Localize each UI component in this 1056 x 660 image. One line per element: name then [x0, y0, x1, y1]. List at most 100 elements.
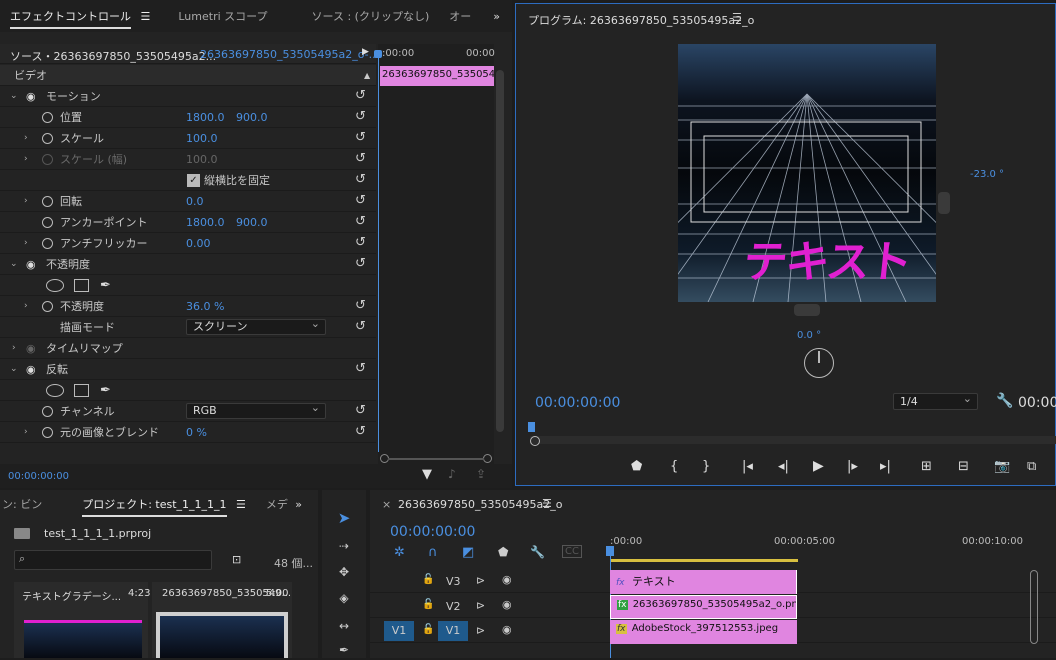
chevron-down-icon[interactable]: ⌄ [184, 46, 193, 59]
more-tabs-icon[interactable]: » [483, 10, 510, 23]
slip-tool-icon[interactable]: ↔ [334, 616, 354, 636]
menu-icon[interactable]: ☰ [732, 11, 742, 24]
chevron-right-icon[interactable]: › [12, 343, 16, 353]
ellipse-mask-icon[interactable] [46, 383, 64, 397]
mini-clip[interactable]: 26363697850_53505495 [380, 66, 494, 86]
rect-mask-icon[interactable] [74, 278, 89, 292]
reset-icon[interactable]: ↺ [355, 257, 369, 271]
thumbnail-item[interactable]: テキストグラデーシ... 4:23 [14, 582, 150, 658]
selection-tool-icon[interactable]: ➤ [334, 508, 354, 528]
effect-timecode[interactable]: 00:00:00:00 [8, 471, 69, 482]
extract-icon[interactable]: ⊟ [958, 459, 969, 474]
reset-icon[interactable]: ↺ [355, 236, 369, 250]
mark-in-icon[interactable]: { [670, 459, 678, 474]
reset-icon[interactable]: ↺ [355, 404, 369, 418]
reset-icon[interactable]: ↺ [355, 131, 369, 145]
close-icon[interactable]: × [382, 498, 391, 511]
tab-lumetri[interactable]: Lumetri スコープ [168, 8, 277, 24]
chevron-right-icon[interactable]: › [24, 301, 28, 311]
track-select-icon[interactable]: ⇢ [334, 536, 354, 556]
chevron-right-icon[interactable]: › [24, 133, 28, 143]
lock-icon[interactable]: 🔓 [422, 599, 434, 610]
snap-icon[interactable]: ✲ [394, 545, 405, 560]
track-name[interactable]: V1 [438, 621, 468, 641]
wrench-icon[interactable]: 🔧 [530, 545, 545, 559]
compare-icon[interactable]: ⧉ [1027, 459, 1036, 474]
stopwatch-icon[interactable] [42, 426, 53, 438]
tab-effect-controls[interactable]: エフェクトコントロール ☰ [0, 8, 160, 29]
angle-right[interactable]: -23.0 ° [970, 169, 1004, 180]
track-name[interactable]: V2 [446, 600, 461, 613]
eye-icon[interactable]: ◉ [26, 363, 36, 376]
reset-icon[interactable]: ↺ [355, 425, 369, 439]
effect-invert[interactable]: ⌄ ◉ 反転 ↺ [0, 359, 376, 380]
reset-icon[interactable]: ↺ [355, 362, 369, 376]
pen-mask-icon[interactable]: ✒ [100, 383, 111, 398]
timeline-vscroll[interactable] [1030, 570, 1038, 644]
ellipse-mask-icon[interactable] [46, 278, 64, 292]
opacity-value[interactable]: 36.0 % [186, 300, 224, 313]
playhead-marker[interactable] [606, 546, 614, 556]
stopwatch-icon[interactable] [42, 405, 53, 417]
sync-icon[interactable]: ⊳ [476, 599, 485, 612]
effect-opacity[interactable]: ⌄ ◉ 不透明度 ↺ [0, 254, 376, 275]
sync-icon[interactable]: ⊳ [476, 624, 485, 637]
stopwatch-icon[interactable] [42, 195, 53, 207]
menu-icon[interactable]: ☰ [236, 498, 246, 511]
stopwatch-icon[interactable] [42, 300, 53, 312]
step-forward-icon[interactable]: |▸ [847, 459, 858, 474]
stopwatch-icon[interactable] [42, 111, 53, 123]
tab-bin[interactable]: ン: ビン [0, 496, 52, 512]
video-frame[interactable]: テキスト [678, 44, 936, 302]
anchor-y-value[interactable]: 900.0 [236, 216, 268, 229]
lock-icon[interactable]: 🔓 [422, 624, 434, 635]
marker-icon[interactable]: ⬟ [631, 459, 642, 474]
new-bin-icon[interactable]: ⊡ [232, 553, 241, 566]
eye-icon[interactable]: ◉ [502, 598, 512, 611]
stopwatch-icon[interactable] [42, 237, 53, 249]
sequence-label[interactable]: 26363697850_53505495a2_o-... [200, 48, 379, 61]
filter-icon[interactable]: ▼ [422, 467, 432, 482]
tab-project[interactable]: プロジェクト: test_1_1_1_1 ☰ [72, 496, 256, 517]
clip[interactable]: fx AdobeStock_397512553.jpeg [610, 620, 797, 644]
pen-tool-icon[interactable]: ✒ [334, 640, 354, 660]
eye-icon[interactable]: ◉ [502, 573, 512, 586]
overlay-text[interactable]: テキスト [741, 226, 914, 290]
effect-motion[interactable]: ⌄ ◉ モーション ↺ [0, 86, 376, 107]
chevron-down-icon[interactable]: ⌄ [10, 91, 18, 101]
razor-icon[interactable]: ◈ [334, 588, 354, 608]
mini-playhead[interactable] [378, 52, 379, 452]
eye-icon[interactable]: ◉ [26, 90, 36, 103]
eye-icon[interactable]: ◉ [502, 623, 512, 636]
linked-icon[interactable]: ◩ [462, 545, 474, 560]
tab-source[interactable]: ソース : (クリップなし) [302, 8, 440, 24]
clip[interactable]: fx 26363697850_53505495a2_o.png [610, 595, 797, 619]
rotation-value[interactable]: 0.0 [186, 195, 204, 208]
program-timecode[interactable]: 00:00:00:00 [535, 395, 620, 411]
rect-mask-icon[interactable] [74, 383, 89, 397]
sync-icon[interactable]: ⊳ [476, 574, 485, 587]
track-name[interactable]: V3 [446, 575, 461, 588]
clip[interactable]: fx テキスト [610, 570, 797, 594]
eye-icon[interactable]: ◉ [26, 258, 36, 271]
vertical-scrollbar[interactable] [496, 70, 504, 432]
source-patch[interactable]: V1 [384, 621, 414, 641]
menu-icon[interactable]: ☰ [141, 10, 151, 23]
chevron-down-icon[interactable]: ⌄ [10, 364, 18, 374]
position-y-value[interactable]: 900.0 [236, 111, 268, 124]
timeline-timecode[interactable]: 00:00:00:00 [390, 524, 475, 540]
mini-scroll-right[interactable] [483, 454, 492, 463]
chevron-right-icon[interactable]: › [24, 427, 28, 437]
chevron-right-icon[interactable]: › [24, 196, 28, 206]
scroll-handle[interactable] [530, 436, 540, 446]
play-icon[interactable]: ▶ [813, 458, 824, 474]
channel-select[interactable]: RGB [186, 401, 326, 419]
reset-icon[interactable]: ↺ [355, 110, 369, 124]
playhead[interactable] [528, 422, 535, 432]
go-to-in-icon[interactable]: |◂ [742, 459, 753, 474]
magnet-icon[interactable]: ∩ [428, 545, 438, 560]
position-x-value[interactable]: 1800.0 [186, 111, 225, 124]
stopwatch-icon[interactable] [42, 216, 53, 228]
go-to-out-icon[interactable]: ▸| [880, 459, 891, 474]
lift-icon[interactable]: ⊞ [921, 459, 932, 474]
